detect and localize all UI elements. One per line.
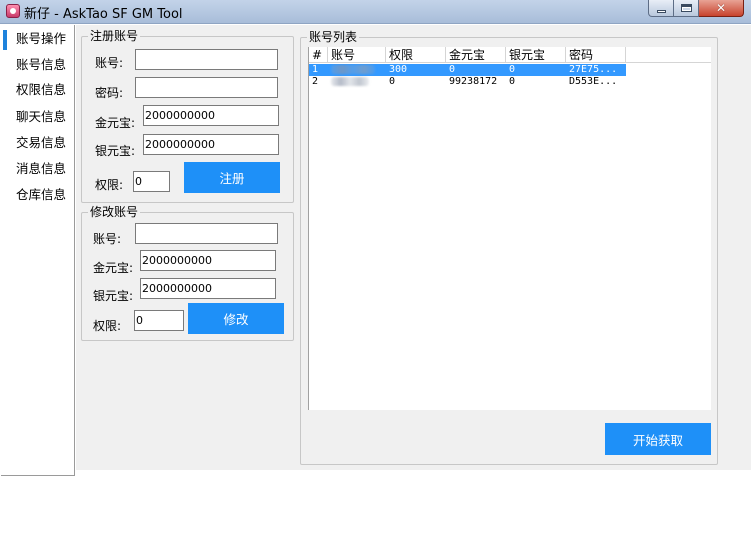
redacted-account [331, 65, 375, 74]
sidebar-item-label: 账号操作 [16, 31, 67, 46]
account-list-view[interactable]: # 账号 权限 金元宝 银元宝 密码 1 300 0 0 27E75... 2 [308, 47, 711, 410]
row-level: 300 [389, 64, 408, 75]
row-account [328, 76, 386, 88]
table-row[interactable]: 2 0 99238172 0 D553E... [309, 76, 626, 88]
column-header-level[interactable]: 权限 [386, 47, 446, 63]
row-account [328, 64, 386, 76]
register-account-group: 注册账号 账号: 密码: 金元宝: 银元宝: 权限: 注册 [81, 29, 294, 203]
close-button[interactable]: ✕ [699, 0, 744, 17]
row-gold: 0 [449, 64, 456, 75]
close-icon: ✕ [715, 1, 727, 15]
sidebar-item-label: 聊天信息 [16, 109, 67, 124]
silver-label: 银元宝: [95, 144, 136, 158]
row-silver: 0 [509, 76, 516, 87]
gold-label: 金元宝: [93, 261, 134, 275]
modify-account-group: 修改账号 账号: 金元宝: 银元宝: 权限: 修改 [81, 205, 294, 341]
minimize-button[interactable] [648, 0, 674, 17]
account-label: 账号: [93, 232, 122, 246]
status-area [0, 476, 751, 535]
row-index: 2 [312, 76, 319, 87]
list-border [308, 47, 309, 410]
column-header-password[interactable]: 密码 [566, 47, 626, 63]
account-list-group: 账号列表 # 账号 权限 金元宝 银元宝 密码 1 300 0 0 27E75.… [300, 30, 718, 465]
sidebar-item-label: 消息信息 [16, 161, 67, 176]
maximize-button[interactable] [674, 0, 699, 17]
level-label: 权限: [93, 319, 122, 333]
register-account-input[interactable] [135, 49, 278, 70]
register-gold-input[interactable] [143, 105, 279, 126]
sidebar-item-trade-info[interactable]: 交易信息 [1, 131, 74, 155]
account-label: 账号: [95, 56, 124, 70]
register-level-input[interactable] [133, 171, 170, 192]
group-title: 修改账号 [88, 205, 141, 219]
row-password: D553E... [569, 76, 618, 87]
column-header-gold[interactable]: 金元宝 [446, 47, 506, 63]
minimize-icon [656, 9, 666, 13]
gold-label: 金元宝: [95, 116, 136, 130]
sidebar-item-label: 账号信息 [16, 57, 67, 72]
row-gold: 99238172 [449, 76, 498, 87]
sidebar-item-chat-info[interactable]: 聊天信息 [1, 105, 74, 129]
list-header: # 账号 权限 金元宝 银元宝 密码 [309, 47, 711, 63]
sidebar-item-label: 仓库信息 [16, 187, 67, 202]
maximize-icon [680, 4, 692, 12]
group-title: 注册账号 [88, 29, 141, 43]
main-panel: 注册账号 账号: 密码: 金元宝: 银元宝: 权限: 注册 修改账号 账号: 金… [76, 25, 751, 470]
column-header-index[interactable]: # [309, 47, 328, 63]
table-row[interactable]: 1 300 0 0 27E75... [309, 64, 626, 76]
app-icon [6, 4, 20, 18]
silver-label: 银元宝: [93, 289, 134, 303]
row-silver: 0 [509, 64, 516, 75]
row-level: 0 [389, 76, 396, 87]
redacted-account [331, 77, 369, 86]
sidebar-item-label: 交易信息 [16, 135, 67, 150]
password-label: 密码: [95, 86, 124, 100]
column-header-silver[interactable]: 银元宝 [506, 47, 566, 63]
modify-account-input[interactable] [135, 223, 278, 244]
group-title: 账号列表 [307, 30, 360, 44]
sidebar-item-account-ops[interactable]: 账号操作 [1, 27, 74, 51]
row-password: 27E75... [569, 64, 618, 75]
sidebar-item-message-info[interactable]: 消息信息 [1, 157, 74, 181]
sidebar-item-warehouse-info[interactable]: 仓库信息 [1, 183, 74, 207]
modify-level-input[interactable] [134, 310, 184, 331]
row-index: 1 [312, 64, 319, 75]
title-bar[interactable]: 新仔 - AskTao SF GM Tool ✕ [0, 0, 751, 24]
sidebar-nav: 账号操作 账号信息 权限信息 聊天信息 交易信息 消息信息 仓库信息 [1, 25, 75, 476]
level-label: 权限: [95, 178, 124, 192]
register-silver-input[interactable] [143, 134, 279, 155]
modify-gold-input[interactable] [140, 250, 276, 271]
modify-button[interactable]: 修改 [188, 303, 284, 334]
register-password-input[interactable] [135, 77, 278, 98]
sidebar-item-label: 权限信息 [16, 82, 67, 97]
start-fetch-button[interactable]: 开始获取 [605, 423, 711, 455]
register-button[interactable]: 注册 [184, 162, 280, 193]
column-header-account[interactable]: 账号 [328, 47, 386, 63]
modify-silver-input[interactable] [140, 278, 276, 299]
window-title: 新仔 - AskTao SF GM Tool [24, 7, 183, 22]
sidebar-item-permission-info[interactable]: 权限信息 [1, 78, 74, 102]
sidebar-item-account-info[interactable]: 账号信息 [1, 53, 74, 77]
